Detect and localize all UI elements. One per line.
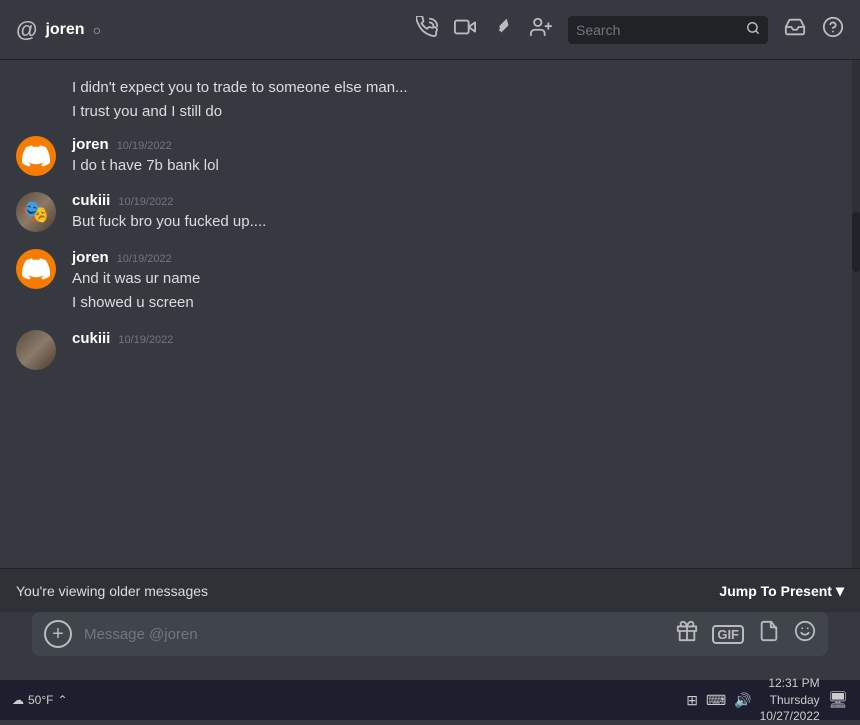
message-text: And it was ur name <box>72 268 844 290</box>
volume-icon: 🔊 <box>734 692 751 709</box>
timestamp: 10/19/2022 <box>117 140 172 152</box>
at-icon: @ <box>16 17 37 43</box>
message-text-2: I showed u screen <box>72 292 844 314</box>
temperature: 50°F <box>28 693 53 707</box>
message-header: cukiii 10/19/2022 <box>72 330 844 347</box>
message-content-cukiii-1: cukiii 10/19/2022 But fuck bro you fucke… <box>72 192 844 233</box>
input-icons: GIF <box>676 620 816 648</box>
taskbar-system-icons: ⊞ ⌨ 🔊 <box>686 692 751 709</box>
keyboard-icon: ⌨ <box>706 692 726 709</box>
message-content-joren-1: joren 10/19/2022 I do t have 7b bank lol <box>72 136 844 177</box>
jump-chevron-icon: ▾ <box>836 581 844 601</box>
message-text: I do t have 7b bank lol <box>72 155 844 177</box>
help-icon[interactable] <box>822 16 844 44</box>
message-group-cukiii-2: cukiii 10/19/2022 <box>0 326 860 374</box>
message-group-joren-2: joren 10/19/2022 And it was ur name I sh… <box>0 245 860 318</box>
message-header: cukiii 10/19/2022 <box>72 192 844 209</box>
message-input[interactable] <box>84 626 664 643</box>
message-content-joren-2: joren 10/19/2022 And it was ur name I sh… <box>72 249 844 314</box>
gift-icon[interactable] <box>676 620 698 648</box>
message-group-joren-1: joren 10/19/2022 I do t have 7b bank lol <box>0 132 860 181</box>
message-input-area: + GIF <box>32 612 828 656</box>
header-actions <box>416 16 844 44</box>
avatar-joren <box>16 136 56 176</box>
search-icon <box>746 21 760 38</box>
username-joren: joren <box>72 136 109 153</box>
clock-day: Thursday <box>760 692 820 709</box>
username-cukiii: cukiii <box>72 330 110 347</box>
video-icon[interactable] <box>454 16 476 44</box>
search-input[interactable] <box>576 22 740 38</box>
username-cukiii: cukiii <box>72 192 110 209</box>
message-text: I trust you and I still do <box>72 101 844 123</box>
avatar-cukiii <box>16 192 56 232</box>
add-button[interactable]: + <box>44 620 72 648</box>
avatar-cukiii-2 <box>16 330 56 370</box>
gif-icon[interactable]: GIF <box>712 625 744 644</box>
message-group-cukiii-1: cukiii 10/19/2022 But fuck bro you fucke… <box>0 188 860 237</box>
input-container: + GIF <box>0 612 860 680</box>
emoji-icon[interactable] <box>794 620 816 648</box>
inbox-icon[interactable] <box>784 16 806 44</box>
channel-title: @ joren ○ <box>16 17 101 43</box>
cloud-icon: ☁ <box>12 693 24 707</box>
jump-button-label: Jump To Present <box>719 583 832 599</box>
add-member-icon[interactable] <box>530 16 552 44</box>
message-content-cukiii-2: cukiii 10/19/2022 <box>72 330 844 349</box>
header: @ joren ○ <box>0 0 860 60</box>
continuation-message-2: I trust you and I still do <box>0 100 860 124</box>
taskbar-up-caret: ⌃ <box>57 693 67 707</box>
jump-to-present-button[interactable]: Jump To Present ▾ <box>719 581 844 601</box>
timestamp: 10/19/2022 <box>117 253 172 265</box>
message-text: But fuck bro you fucked up.... <box>72 211 844 233</box>
scrollbar-thumb[interactable] <box>852 212 860 272</box>
search-bar[interactable] <box>568 16 768 44</box>
taskbar-weather: ☁ 50°F ⌃ <box>12 693 68 707</box>
jump-bar: You're viewing older messages Jump To Pr… <box>0 568 860 612</box>
jump-bar-text: You're viewing older messages <box>16 583 208 599</box>
message-text: I didn't expect you to trade to someone … <box>72 77 844 99</box>
verified-icon: ○ <box>93 22 101 38</box>
taskbar: ☁ 50°F ⌃ ⊞ ⌨ 🔊 12:31 PM Thursday 10/27/2… <box>0 680 860 720</box>
message-header: joren 10/19/2022 <box>72 136 844 153</box>
monitor-icon: 🖥 <box>828 690 848 710</box>
sticker-icon[interactable] <box>758 620 780 648</box>
taskbar-clock: 12:31 PM Thursday 10/27/2022 <box>760 675 820 725</box>
continuation-message-1: I didn't expect you to trade to someone … <box>0 76 860 100</box>
pin-icon[interactable] <box>492 16 514 44</box>
network-icon: ⊞ <box>686 692 698 709</box>
message-header: joren 10/19/2022 <box>72 249 844 266</box>
avatar-joren-2 <box>16 249 56 289</box>
clock-time: 12:31 PM <box>760 675 820 692</box>
messages-area: I didn't expect you to trade to someone … <box>0 60 860 568</box>
timestamp: 10/19/2022 <box>118 196 173 208</box>
channel-name: joren <box>45 21 84 39</box>
clock-date: 10/27/2022 <box>760 708 820 725</box>
timestamp: 10/19/2022 <box>118 334 173 346</box>
username-joren: joren <box>72 249 109 266</box>
scrollbar[interactable] <box>852 60 860 568</box>
call-icon[interactable] <box>416 16 438 44</box>
